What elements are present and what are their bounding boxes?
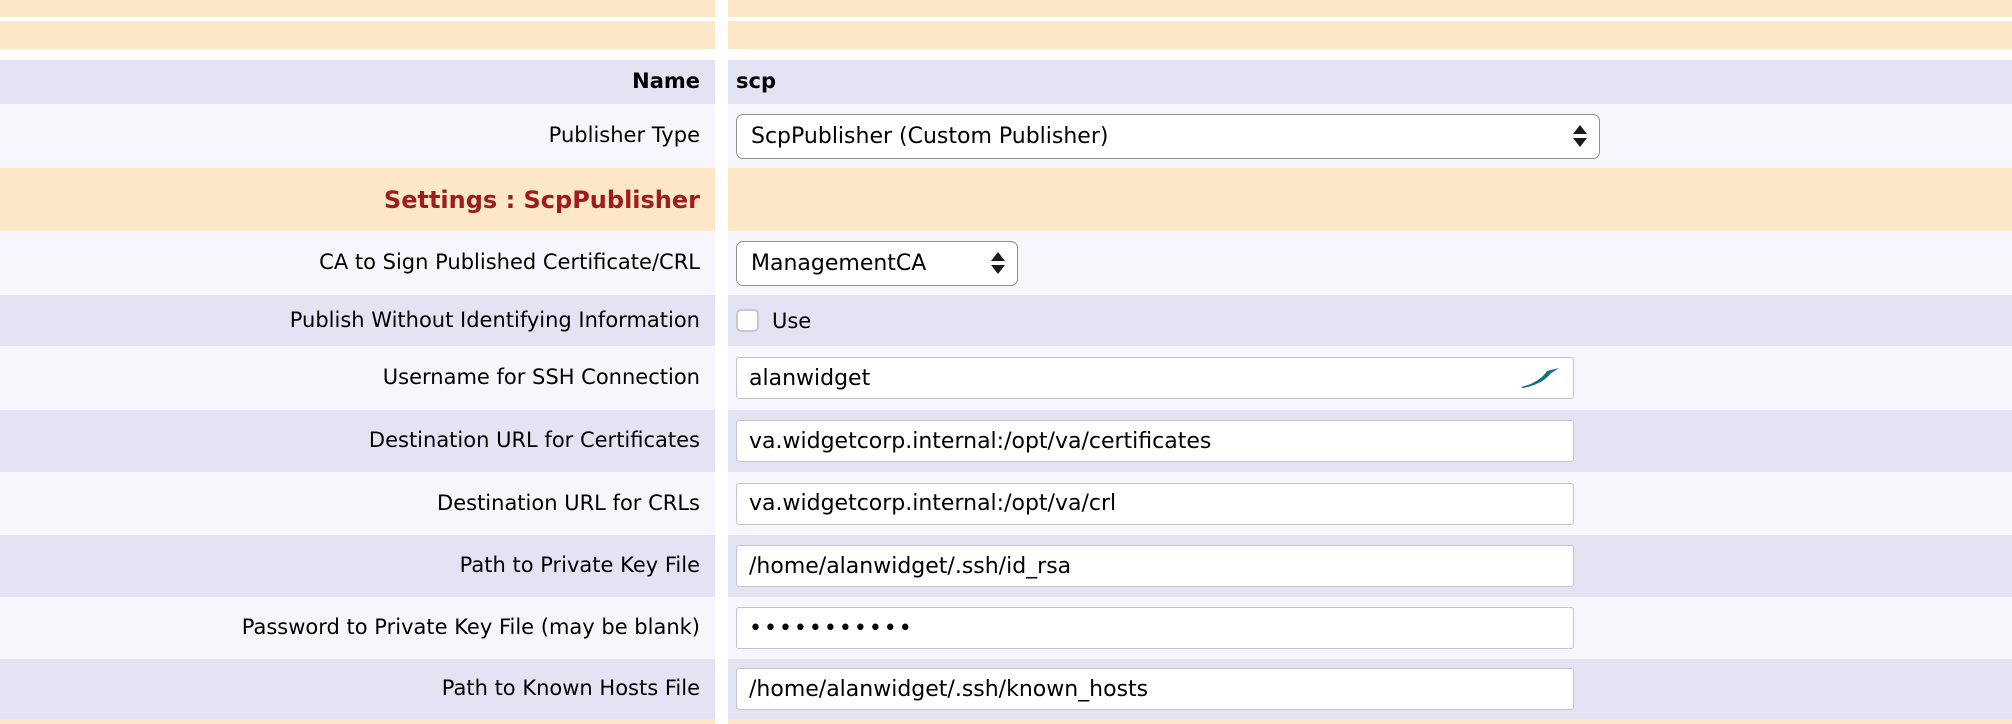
use-checkbox-label: Use — [772, 309, 811, 333]
publisher-type-selected-value: ScpPublisher (Custom Publisher) — [751, 124, 1108, 149]
ca-select[interactable]: ManagementCA — [736, 241, 1018, 286]
known-hosts-path-label: Path to Known Hosts File — [442, 676, 700, 701]
ca-label: CA to Sign Published Certificate/CRL — [319, 250, 700, 275]
publisher-edit-page: Name scp Publisher Type ScpPublisher (Cu… — [0, 0, 2012, 724]
anonymous-row: Publish Without Identifying Information … — [0, 295, 2012, 346]
publisher-type-label: Publisher Type — [549, 123, 700, 148]
chevron-up-down-icon — [1555, 125, 1587, 147]
cert-url-label: Destination URL for Certificates — [369, 428, 700, 453]
ca-row: CA to Sign Published Certificate/CRL Man… — [0, 231, 2012, 295]
publisher-type-select[interactable]: ScpPublisher (Custom Publisher) — [736, 114, 1600, 159]
private-key-password-row: Password to Private Key File (may be bla… — [0, 597, 2012, 659]
bottom-band-right — [728, 719, 2012, 724]
use-checkbox[interactable] — [736, 309, 759, 332]
ssh-username-input-wrap — [736, 357, 1574, 399]
top-band-row-1 — [0, 0, 2012, 17]
row-spacer — [0, 49, 2012, 60]
ssh-username-input[interactable] — [736, 357, 1574, 399]
name-value: scp — [736, 69, 776, 94]
ca-selected-value: ManagementCA — [751, 251, 926, 276]
private-key-path-label: Path to Private Key File — [460, 553, 700, 578]
top-band-right-2 — [728, 21, 2012, 49]
private-key-path-row: Path to Private Key File — [0, 535, 2012, 597]
chevron-up-down-icon — [973, 252, 1005, 274]
top-band-row-2 — [0, 21, 2012, 49]
crl-url-row: Destination URL for CRLs — [0, 472, 2012, 535]
top-band-left-2 — [0, 21, 715, 49]
known-hosts-path-input[interactable] — [736, 668, 1574, 710]
ssh-username-row: Username for SSH Connection — [0, 346, 2012, 410]
settings-heading: Settings : ScpPublisher — [384, 186, 700, 214]
settings-heading-row: Settings : ScpPublisher — [0, 168, 2012, 231]
private-key-password-label: Password to Private Key File (may be bla… — [242, 615, 700, 640]
top-band-right-1 — [728, 0, 2012, 17]
cert-url-input[interactable] — [736, 420, 1574, 462]
ssh-username-label: Username for SSH Connection — [383, 365, 700, 390]
anonymous-label: Publish Without Identifying Information — [290, 308, 700, 333]
settings-heading-right — [728, 168, 2012, 231]
bottom-band-row — [0, 719, 2012, 724]
name-label: Name — [632, 69, 700, 94]
crl-url-input[interactable] — [736, 483, 1574, 525]
private-key-path-input[interactable] — [736, 545, 1574, 587]
cert-url-row: Destination URL for Certificates — [0, 410, 2012, 472]
name-row: Name scp — [0, 60, 2012, 104]
bottom-band-left — [0, 719, 715, 724]
crl-url-label: Destination URL for CRLs — [437, 491, 700, 516]
publisher-type-row: Publisher Type ScpPublisher (Custom Publ… — [0, 104, 2012, 168]
private-key-password-input[interactable] — [736, 607, 1574, 649]
known-hosts-path-row: Path to Known Hosts File — [0, 659, 2012, 719]
top-band-left-1 — [0, 0, 715, 17]
